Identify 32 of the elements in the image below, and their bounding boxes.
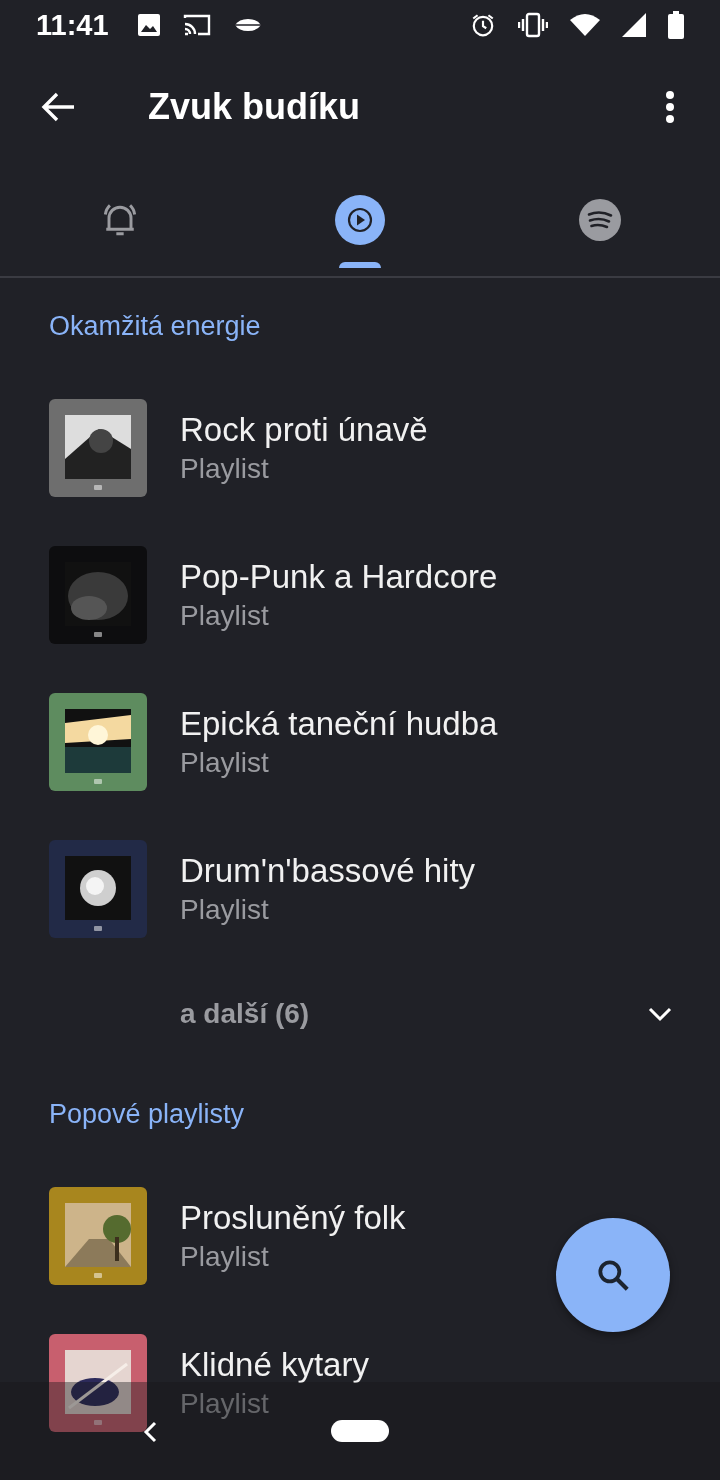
playlist-title[interactable]: Rock proti únavě <box>180 408 428 451</box>
playlist-title[interactable]: Epická taneční hudba <box>180 702 498 745</box>
section-title: Okamžitá energie <box>48 309 262 343</box>
playlist-title[interactable]: Klidné kytary <box>180 1343 369 1386</box>
wifi-icon <box>570 13 600 37</box>
back-arrow-icon <box>40 91 76 123</box>
section-title: Popové playlisty <box>48 1097 246 1131</box>
screen-title: Zvuk budíku <box>148 86 361 128</box>
vibrate-icon <box>518 12 548 38</box>
play-icon <box>335 195 385 245</box>
mask-icon <box>232 17 263 33</box>
clock-time: 11:41 <box>36 8 109 42</box>
show-more-button[interactable]: a další (6) <box>0 962 720 1066</box>
playlist-subtitle: Playlist <box>180 451 270 486</box>
chevron-icon <box>648 1006 672 1022</box>
spotify-icon <box>579 199 621 241</box>
home-pill[interactable] <box>331 1420 389 1442</box>
signal-icon <box>622 13 646 37</box>
cast-icon <box>182 13 211 37</box>
more-vertical-icon <box>665 90 675 124</box>
playlist-subtitle: Playlist <box>180 745 270 780</box>
battery-icon <box>668 11 684 39</box>
show-more-label: a další (6) <box>180 998 310 1030</box>
playlist-title[interactable]: Drum'n'bassové hity <box>180 849 476 892</box>
image-icon <box>136 13 161 37</box>
playlist-title[interactable]: Pop-Punk a Hardcore <box>180 555 498 598</box>
alarm-clock-icon <box>470 12 496 38</box>
playlist-subtitle: Playlist <box>180 1386 270 1421</box>
playlist-title[interactable]: Prosluněný folk <box>180 1196 406 1239</box>
playlist-subtitle: Playlist <box>180 1239 270 1274</box>
playlist-subtitle: Playlist <box>180 598 270 633</box>
playlist-subtitle: Playlist <box>180 892 270 927</box>
